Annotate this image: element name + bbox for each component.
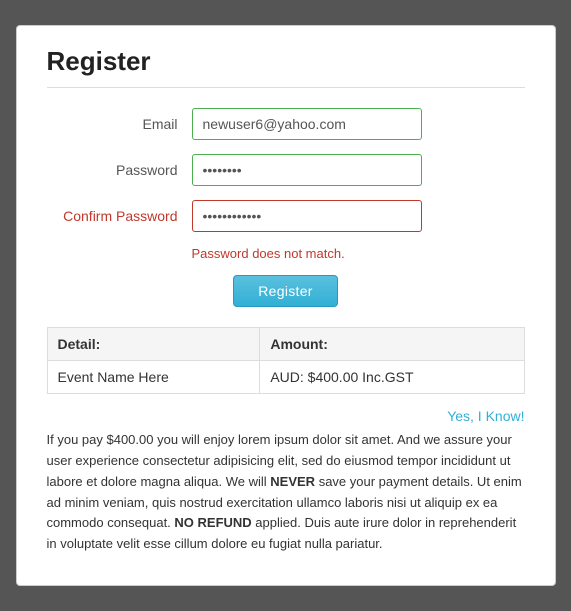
button-row: Register xyxy=(47,275,525,307)
info-paragraph: If you pay $400.00 you will enjoy lorem … xyxy=(47,430,525,555)
register-button[interactable]: Register xyxy=(233,275,338,307)
error-spacer xyxy=(47,246,192,261)
error-message-row: Password does not match. xyxy=(47,246,525,261)
title-divider xyxy=(47,87,525,88)
no-refund-text: NO REFUND xyxy=(174,515,251,530)
register-form: Email Password Confirm Password Password… xyxy=(47,108,525,307)
confirm-password-row: Confirm Password xyxy=(47,200,525,232)
table-row: Event Name Here AUD: $400.00 Inc.GST xyxy=(47,361,524,394)
amount-cell: AUD: $400.00 Inc.GST xyxy=(260,361,524,394)
confirm-password-input[interactable] xyxy=(192,200,422,232)
detail-cell: Event Name Here xyxy=(47,361,260,394)
password-label: Password xyxy=(47,162,192,178)
error-message: Password does not match. xyxy=(192,246,345,261)
email-input[interactable] xyxy=(192,108,422,140)
register-container: Register Email Password Confirm Password… xyxy=(16,25,556,586)
col1-header: Detail: xyxy=(47,328,260,361)
confirm-password-label: Confirm Password xyxy=(47,208,192,224)
yes-i-know-link[interactable]: Yes, I Know! xyxy=(447,408,524,424)
password-row: Password xyxy=(47,154,525,186)
col2-header: Amount: xyxy=(260,328,524,361)
yes-i-know-row: Yes, I Know! xyxy=(47,408,525,424)
page-title: Register xyxy=(47,46,525,77)
detail-table: Detail: Amount: Event Name Here AUD: $40… xyxy=(47,327,525,394)
never-text: NEVER xyxy=(270,474,315,489)
email-row: Email xyxy=(47,108,525,140)
table-header-row: Detail: Amount: xyxy=(47,328,524,361)
email-label: Email xyxy=(47,116,192,132)
password-input[interactable] xyxy=(192,154,422,186)
